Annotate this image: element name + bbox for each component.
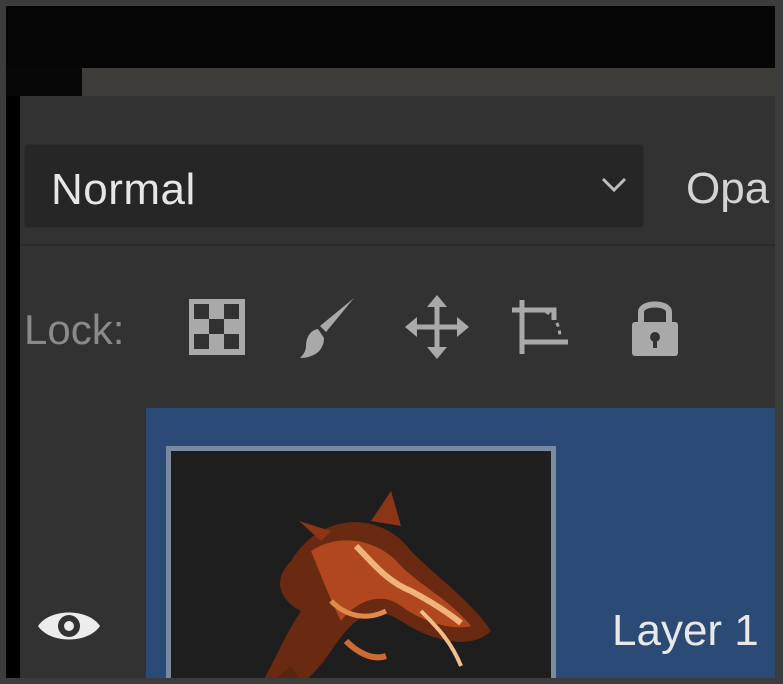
app-window: Normal Opa Lock: Layer 1: [0, 0, 783, 684]
panel-tab-gap: [6, 68, 82, 96]
panel-tab-strip: [82, 68, 775, 96]
eye-icon[interactable]: [36, 604, 102, 648]
layers-panel: Normal Opa Lock: Layer 1: [20, 96, 775, 678]
padlock-icon: [632, 301, 678, 356]
layer-name[interactable]: Layer 1: [612, 606, 759, 656]
checkerboard-icon: [189, 299, 245, 355]
divider: [20, 244, 775, 246]
move-arrows-icon: [405, 295, 469, 359]
layer-row[interactable]: Layer 1: [146, 408, 775, 678]
lock-image-pixels-button[interactable]: [296, 294, 362, 360]
layer-thumbnail: [166, 446, 556, 678]
layer-thumbnail-image: [264, 491, 491, 678]
title-bar: [6, 6, 775, 68]
lock-label: Lock:: [24, 306, 125, 353]
lock-transparent-pixels-button[interactable]: [184, 294, 250, 360]
chevron-down-icon: [601, 177, 627, 193]
lock-artboard-button[interactable]: [508, 294, 574, 360]
blend-mode-dropdown[interactable]: Normal: [24, 144, 644, 228]
blend-mode-value: Normal: [51, 165, 196, 214]
paintbrush-icon: [300, 298, 354, 358]
lock-all-button[interactable]: [622, 294, 688, 360]
opacity-label: Opa: [686, 164, 770, 213]
artboard-crop-icon: [512, 300, 568, 354]
lock-position-button[interactable]: [404, 294, 470, 360]
